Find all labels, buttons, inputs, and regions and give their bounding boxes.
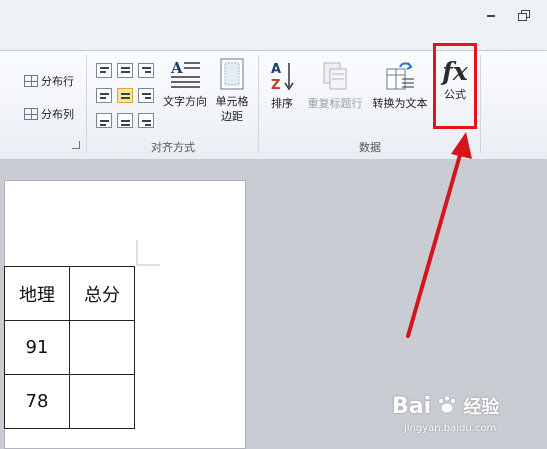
paw-icon <box>438 395 456 414</box>
watermark-brand-cn: 经验 <box>463 397 500 418</box>
annotation-arrow <box>406 132 472 338</box>
watermark-brand: Bai <box>392 394 432 419</box>
baidu-watermark: Bai 经验 jingyan.baidu.com <box>392 393 500 434</box>
watermark-url: jingyan.baidu.com <box>404 423 497 434</box>
